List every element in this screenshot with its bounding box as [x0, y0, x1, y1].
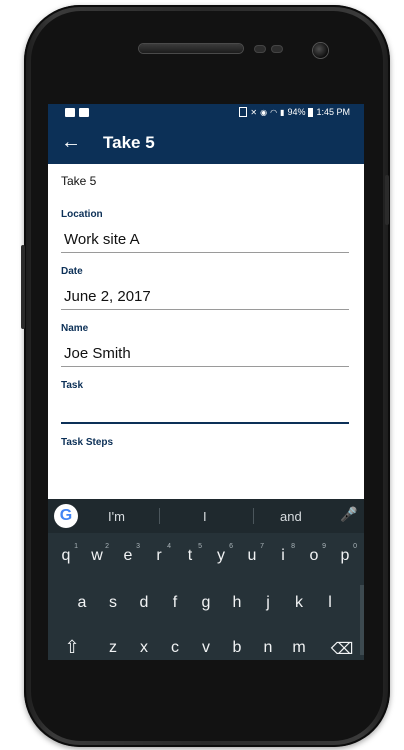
- back-arrow-icon[interactable]: ←: [58, 129, 84, 155]
- key-f[interactable]: f: [163, 594, 187, 612]
- date-underline: [61, 309, 349, 310]
- location-label: Location: [61, 209, 103, 220]
- key-z[interactable]: z: [101, 639, 125, 657]
- key-row-2: a s d f g h j k l: [48, 594, 364, 624]
- mute-icon: ✕: [250, 107, 258, 117]
- google-icon[interactable]: G: [54, 504, 78, 528]
- mic-icon[interactable]: 🎤: [340, 506, 357, 526]
- battery-percent: 94%: [287, 107, 306, 117]
- key-i[interactable]: i8: [271, 543, 295, 565]
- suggestion-1[interactable]: I'm: [108, 509, 125, 524]
- name-field[interactable]: Joe Smith: [64, 345, 131, 362]
- key-m[interactable]: m: [287, 639, 311, 657]
- location-underline: [61, 252, 349, 253]
- date-field[interactable]: June 2, 2017: [64, 288, 151, 305]
- app-title: Take 5: [103, 133, 155, 152]
- battery-saver-icon: [239, 107, 248, 117]
- suggestion-divider: [159, 508, 160, 524]
- key-row-1: q1 w2 e3 r4 t5 y6 u7 i8 o9 p0: [48, 543, 364, 577]
- power-button: [385, 175, 389, 225]
- soft-keyboard: G I'm I and 🎤 q1 w2 e3 r4 t5 y6 u7 i8 o9…: [48, 499, 364, 660]
- backspace-icon[interactable]: ⌫: [328, 639, 356, 659]
- key-b[interactable]: b: [225, 639, 249, 657]
- volume-button: [21, 245, 25, 329]
- key-p[interactable]: p0: [333, 543, 357, 565]
- key-w[interactable]: w2: [85, 543, 109, 565]
- key-l[interactable]: l: [318, 594, 342, 612]
- key-x[interactable]: x: [132, 639, 156, 657]
- key-q[interactable]: q1: [54, 543, 78, 565]
- task-steps-label: Task Steps: [61, 437, 114, 448]
- key-v[interactable]: v: [194, 639, 218, 657]
- key-n[interactable]: n: [256, 639, 280, 657]
- suggestion-2[interactable]: I: [203, 509, 207, 524]
- location-field[interactable]: Work site A: [64, 231, 140, 248]
- suggestion-divider: [253, 508, 254, 524]
- name-label: Name: [61, 323, 89, 334]
- task-field[interactable]: [64, 402, 349, 420]
- key-a[interactable]: a: [70, 594, 94, 612]
- key-row-3: ⇧ z x c v b n m ⌫: [48, 637, 364, 660]
- suggestion-strip: G I'm I and 🎤: [48, 499, 364, 533]
- key-o[interactable]: o9: [302, 543, 326, 565]
- task-label: Task: [61, 380, 84, 391]
- key-g[interactable]: g: [194, 594, 218, 612]
- key-c[interactable]: c: [163, 639, 187, 657]
- key-j[interactable]: j: [256, 594, 280, 612]
- signal-icon: ▮: [280, 107, 285, 117]
- key-e[interactable]: e3: [116, 543, 140, 565]
- shift-icon[interactable]: ⇧: [60, 637, 84, 658]
- key-s[interactable]: s: [101, 594, 125, 612]
- name-underline: [61, 366, 349, 367]
- key-t[interactable]: t5: [178, 543, 202, 565]
- keyboard-edge-indicator: [360, 585, 364, 655]
- front-camera: [313, 43, 328, 58]
- battery-icon: [308, 107, 314, 117]
- proximity-sensor: [255, 46, 265, 52]
- status-bar: ✕ ◉ ◠ ▮ 94% 1:45 PM: [48, 104, 364, 122]
- suggestion-3[interactable]: and: [280, 509, 302, 524]
- key-h[interactable]: h: [225, 594, 249, 612]
- key-d[interactable]: d: [132, 594, 156, 612]
- ad-notification-icon: [79, 108, 89, 117]
- date-label: Date: [61, 266, 83, 277]
- gallery-notification-icon: [65, 108, 75, 117]
- light-sensor: [272, 46, 282, 52]
- wifi-icon: ◠: [270, 107, 278, 117]
- key-y[interactable]: y6: [209, 543, 233, 565]
- key-u[interactable]: u7: [240, 543, 264, 565]
- app-bar: ← Take 5: [48, 122, 364, 164]
- alarm-icon: ◉: [260, 107, 268, 117]
- app-screen: ✕ ◉ ◠ ▮ 94% 1:45 PM ← Take 5 Take 5 Loca…: [48, 104, 364, 660]
- task-underline-active: [61, 422, 349, 424]
- key-k[interactable]: k: [287, 594, 311, 612]
- key-r[interactable]: r4: [147, 543, 171, 565]
- form-heading: Take 5: [61, 174, 97, 188]
- clock: 1:45 PM: [316, 107, 350, 117]
- earpiece-speaker: [139, 44, 243, 53]
